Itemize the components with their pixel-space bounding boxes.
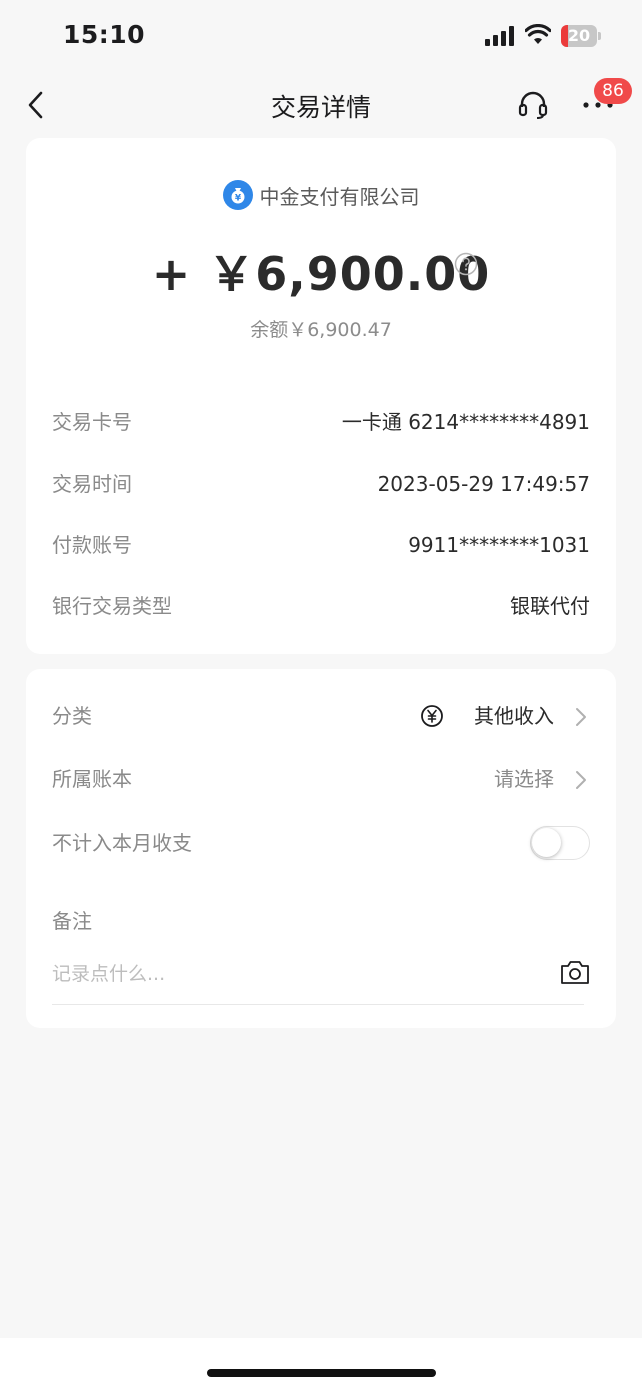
note-input[interactable] [52,957,532,991]
yuan-icon [421,705,443,727]
category-value: 其他收入 [474,704,554,728]
note-divider [52,1004,584,1005]
cellular-signal-icon [485,26,514,46]
status-time: 15:10 [63,20,146,49]
question-icon[interactable] [454,252,478,276]
exclude-monthly-row: 不计入本月收支 [52,826,590,860]
headset-icon[interactable] [517,90,549,120]
note-label: 备注 [52,909,92,933]
category-label: 分类 [52,704,92,728]
detail-label: 付款账号 [52,533,132,557]
notification-badge: 86 [594,78,632,104]
category-row[interactable]: 分类 其他收入 [52,699,590,733]
detail-value: 银联代付 [510,594,590,618]
balance: 余额￥6,900.47 [250,319,392,341]
detail-row-payer-account: 付款账号 9911********1031 [52,528,590,562]
battery-tip [598,32,601,40]
toggle-knob [532,828,561,857]
merchant-name: 中金支付有限公司 [259,184,420,209]
account-book-label: 所属账本 [52,767,132,791]
exclude-monthly-toggle[interactable] [530,826,590,860]
amount-row: + ￥6,900.00 [26,238,616,304]
home-indicator[interactable] [207,1369,436,1377]
battery-body: 20 [561,25,597,47]
transaction-settings-card: 分类 其他收入 所属账本 请选择 不计入本月收支 备注 [26,669,616,1028]
detail-row-card-number: 交易卡号 一卡通 6214********4891 [52,405,590,439]
detail-row-time: 交易时间 2023-05-29 17:49:57 [52,467,590,501]
detail-label: 交易卡号 [52,410,132,434]
account-book-row[interactable]: 所属账本 请选择 [52,762,590,796]
nav-bar: 交易详情 [0,72,642,136]
wifi-icon [525,24,551,44]
detail-value: 2023-05-29 17:49:57 [377,472,590,496]
status-bar: 15:10 20 [0,0,642,72]
chevron-right-icon [576,771,586,789]
detail-label: 银行交易类型 [52,594,172,618]
detail-value: 9911********1031 [408,533,590,557]
money-bag-icon: ¥ [222,180,253,210]
detail-row-transaction-type: 银行交易类型 银联代付 [52,589,590,623]
svg-text:¥: ¥ [234,194,241,204]
merchant: ¥ 中金支付有限公司 [26,180,616,212]
battery-percent: 20 [567,26,591,45]
battery-indicator: 20 [561,25,601,47]
bottom-safe-area [0,1338,642,1389]
account-book-value: 请选择 [494,767,554,791]
detail-value: 一卡通 6214********4891 [341,410,590,434]
transaction-summary-card: ¥ 中金支付有限公司 + ￥6,900.00 余额￥6,900.47 交易卡号 … [26,138,616,654]
exclude-monthly-label: 不计入本月收支 [52,831,192,855]
camera-icon[interactable] [560,959,590,985]
chevron-right-icon [576,708,586,726]
transaction-amount: + ￥6,900.00 [151,247,491,301]
detail-label: 交易时间 [52,472,132,496]
